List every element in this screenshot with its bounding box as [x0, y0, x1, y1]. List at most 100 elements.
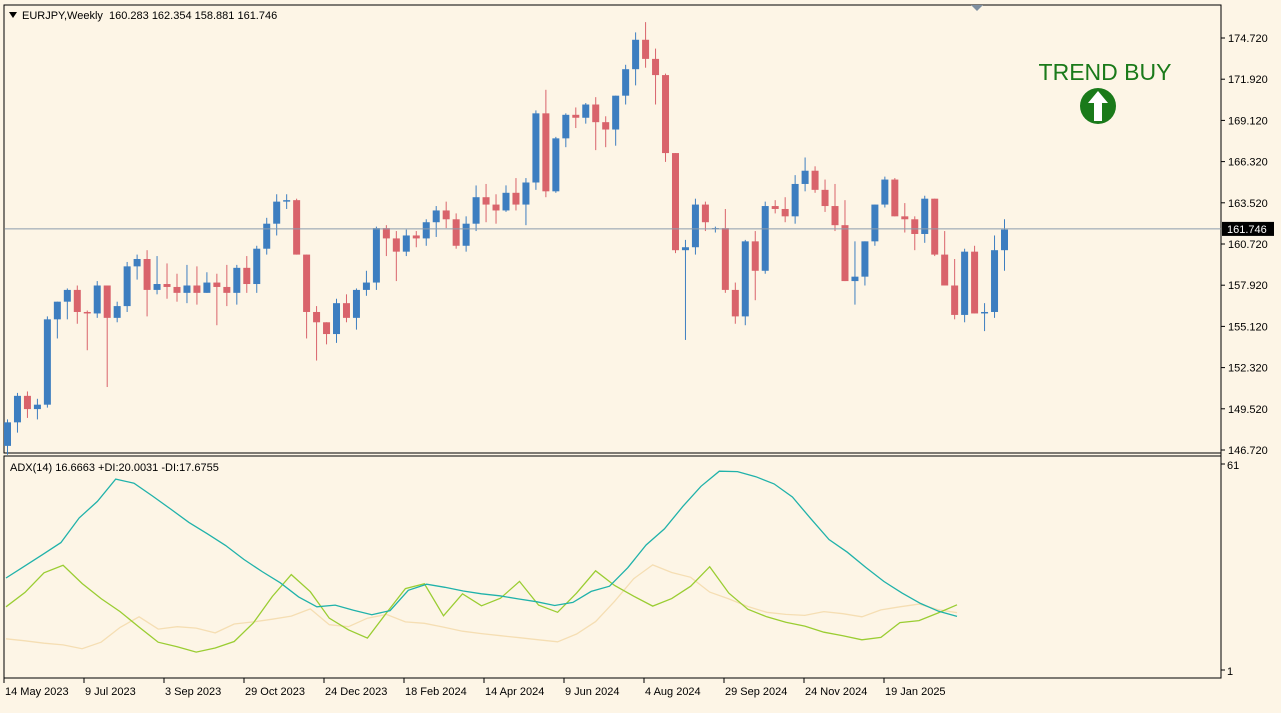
- candle: [283, 194, 291, 209]
- price-tick-label: 160.720: [1228, 239, 1268, 251]
- candle-body: [4, 422, 11, 446]
- candle-body: [741, 241, 749, 317]
- candle-body: [113, 306, 121, 318]
- candle: [851, 241, 859, 305]
- candle: [562, 113, 570, 148]
- candle: [492, 194, 500, 224]
- candle-body: [951, 285, 959, 315]
- candle-body: [492, 204, 500, 211]
- candle: [871, 204, 879, 246]
- candle-body: [771, 206, 779, 209]
- time-tick-label: 19 Jan 2025: [885, 686, 946, 698]
- candle-body: [652, 58, 660, 76]
- candle-body: [313, 311, 321, 323]
- price-tick-label: 152.320: [1228, 363, 1268, 375]
- plus-di-line: [5, 564, 958, 653]
- candle: [831, 183, 839, 232]
- adx-scale-max: 61: [1227, 460, 1239, 472]
- candle-body: [13, 395, 21, 423]
- candle: [183, 264, 191, 304]
- candle-body: [522, 182, 530, 205]
- time-tick-label: 29 Sep 2024: [725, 686, 787, 698]
- candle: [43, 316, 51, 408]
- time-tick-label: 4 Aug 2024: [645, 686, 701, 698]
- candle: [123, 261, 131, 312]
- candle-body: [841, 225, 849, 282]
- candle-body: [203, 282, 211, 293]
- candle: [193, 266, 201, 305]
- candle: [861, 241, 869, 286]
- time-tick-label: 14 May 2023: [5, 686, 69, 698]
- candle: [163, 263, 171, 299]
- candle-body: [43, 319, 51, 405]
- candle: [522, 178, 530, 226]
- candle: [462, 216, 470, 252]
- candle-body: [801, 170, 809, 184]
- candlestick-series: [4, 22, 1008, 455]
- candle-body: [861, 241, 869, 277]
- candle-body: [721, 228, 729, 290]
- candle: [951, 259, 959, 320]
- candle: [63, 288, 71, 320]
- candle: [402, 229, 410, 257]
- current-price-label: 161.746: [1227, 224, 1267, 236]
- candle-body: [602, 122, 610, 130]
- candle-body: [821, 189, 829, 207]
- candle-body: [542, 113, 550, 192]
- candle-body: [871, 204, 879, 242]
- candle: [1001, 219, 1008, 271]
- candle: [981, 303, 989, 332]
- candle-body: [223, 286, 231, 293]
- candle: [323, 322, 331, 345]
- candle: [23, 391, 31, 418]
- candle: [263, 217, 271, 255]
- candle-body: [582, 104, 590, 118]
- price-tick-label: 171.920: [1228, 74, 1268, 86]
- candle-body: [472, 197, 480, 224]
- candle-body: [1001, 229, 1008, 251]
- candle-body: [382, 228, 390, 239]
- indicator-panel-frame: [3, 455, 1222, 679]
- price-tick-label: 169.120: [1228, 115, 1268, 127]
- candle-body: [552, 138, 560, 192]
- candle-body: [93, 285, 101, 314]
- chart-window: EURJPY,Weekly 160.283 162.354 158.881 16…: [0, 0, 1281, 708]
- candle: [911, 216, 919, 251]
- candle-body: [263, 223, 271, 249]
- candle-body: [562, 114, 570, 139]
- candle-body: [961, 251, 969, 315]
- candle: [681, 239, 689, 340]
- candle-body: [342, 303, 350, 318]
- candle-body: [632, 39, 640, 70]
- ohlc-values: 160.283 162.354 158.881 161.746: [109, 10, 277, 22]
- up-arrow-circle-icon: [1080, 88, 1116, 124]
- candle: [602, 116, 610, 148]
- candle: [313, 306, 321, 361]
- candle: [342, 294, 350, 323]
- candle-body: [572, 114, 580, 118]
- candle-body: [911, 219, 919, 234]
- candle: [961, 248, 969, 323]
- candle: [412, 231, 420, 248]
- candle-body: [731, 289, 739, 317]
- candle-body: [153, 284, 161, 290]
- candle-body: [173, 286, 181, 293]
- chart-canvas[interactable]: EURJPY,Weekly 160.283 162.354 158.881 16…: [0, 0, 1281, 708]
- candle-body: [83, 311, 91, 314]
- candle-body: [452, 219, 460, 246]
- candle: [243, 256, 251, 293]
- candle: [751, 231, 759, 301]
- candle-body: [442, 210, 450, 220]
- candle-body: [143, 259, 151, 290]
- candle: [941, 231, 949, 286]
- candle: [572, 107, 580, 129]
- candle: [652, 48, 660, 105]
- chart-shift-marker-icon[interactable]: [971, 5, 983, 11]
- symbol-menu-icon[interactable]: [9, 12, 17, 18]
- time-tick-label: 24 Dec 2023: [325, 686, 387, 698]
- candle-body: [273, 201, 281, 224]
- candle: [33, 398, 41, 420]
- candle: [13, 392, 21, 433]
- candle: [213, 273, 221, 326]
- candle-body: [303, 254, 311, 312]
